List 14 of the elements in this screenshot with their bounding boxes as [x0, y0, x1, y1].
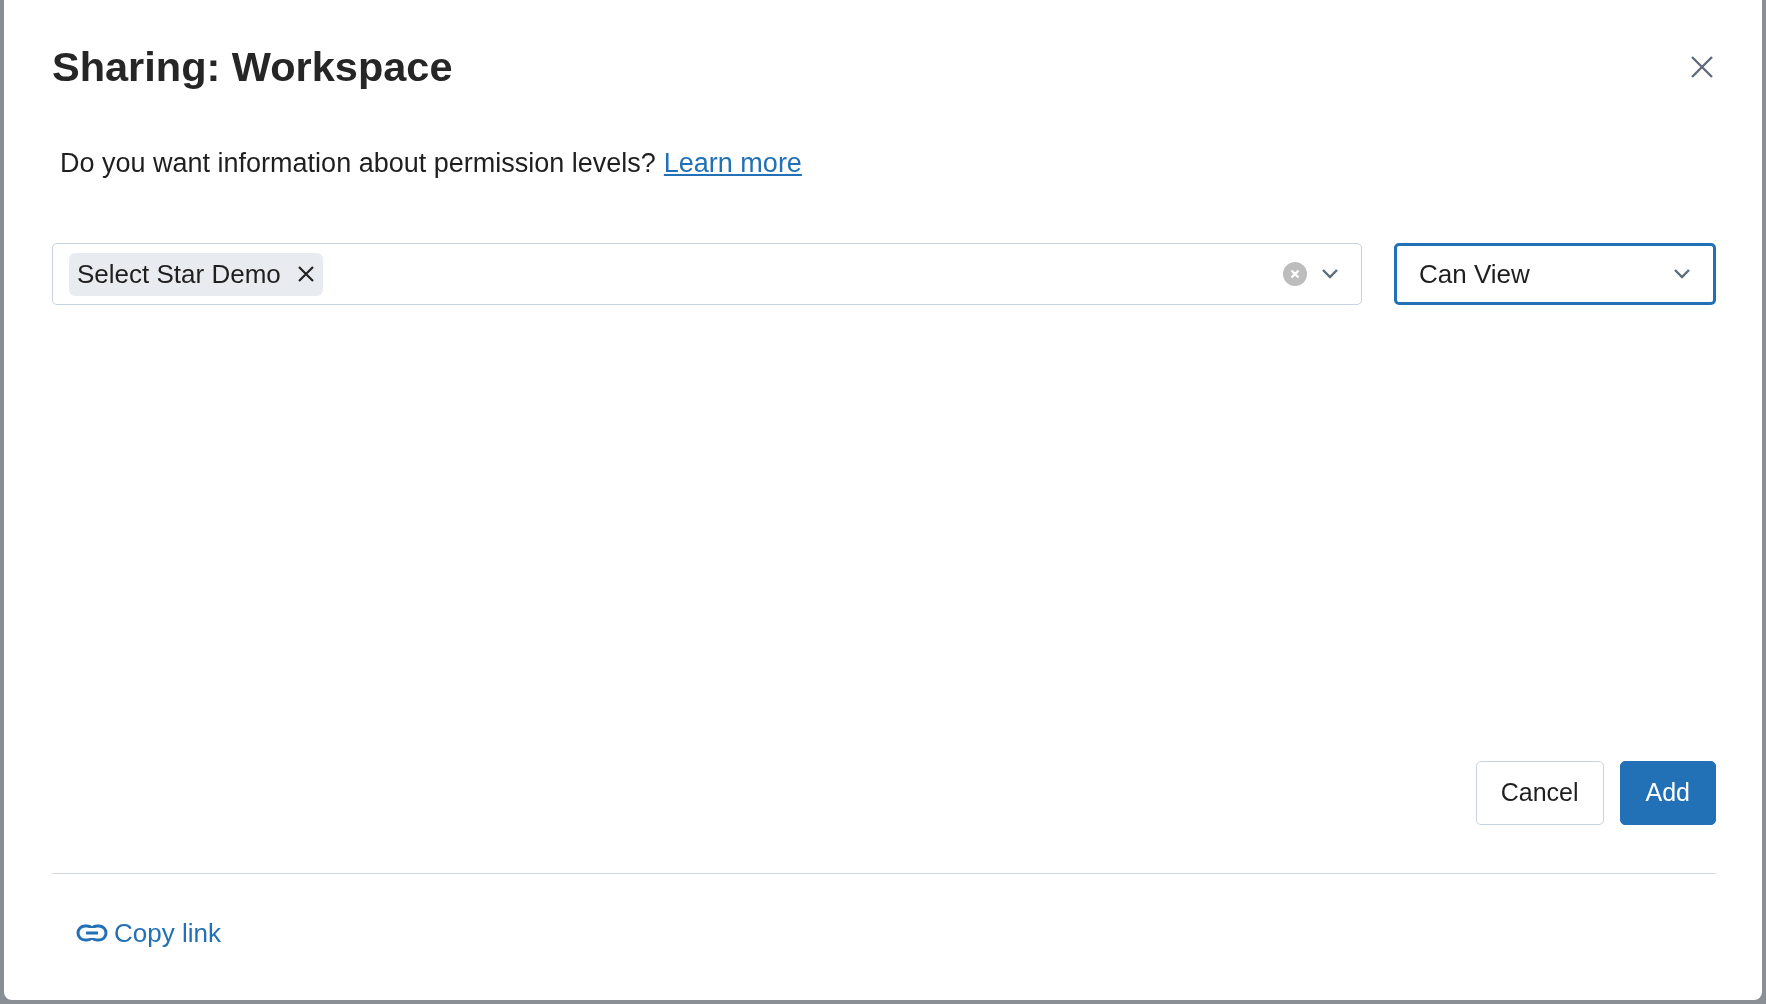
- tag-label: Select Star Demo: [77, 258, 281, 290]
- info-text: Do you want information about permission levels?: [60, 148, 656, 179]
- copy-link-button[interactable]: Copy link: [76, 917, 221, 949]
- close-icon[interactable]: [1690, 55, 1714, 79]
- chevron-down-icon: [1673, 268, 1691, 280]
- dialog-title: Sharing: Workspace: [52, 43, 453, 91]
- learn-more-link[interactable]: Learn more: [663, 148, 802, 179]
- cancel-button[interactable]: Cancel: [1475, 760, 1604, 825]
- remove-icon[interactable]: [296, 265, 315, 283]
- add-button[interactable]: Add: [1619, 760, 1716, 825]
- link-icon: [76, 924, 108, 942]
- chevron-down-icon[interactable]: [1321, 268, 1339, 280]
- principals-field[interactable]: Select Star Demo: [52, 243, 1362, 305]
- permission-select[interactable]: Can View: [1394, 243, 1716, 305]
